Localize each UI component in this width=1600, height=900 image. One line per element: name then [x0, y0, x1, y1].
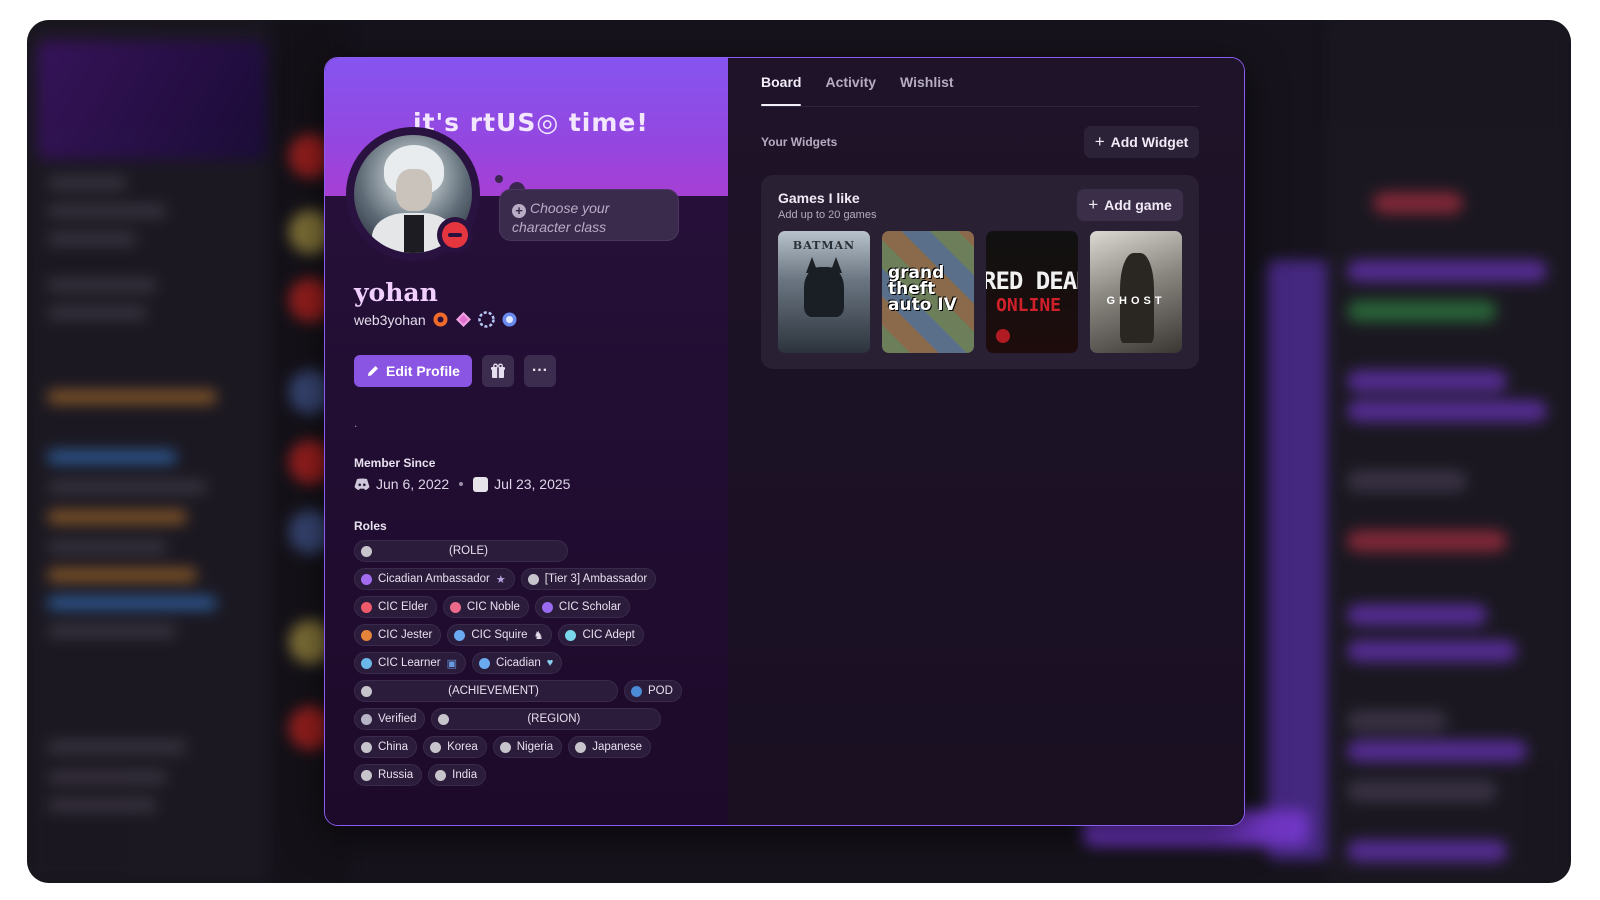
plus-circle-icon: + [512, 204, 526, 218]
heart-icon: ♥ [546, 657, 554, 669]
game-cover-gta-iv[interactable]: grand theft auto IV [882, 231, 974, 353]
role-chip[interactable]: Japanese [568, 736, 652, 758]
role-chip[interactable]: Cicadian ♥ [472, 652, 563, 674]
role-chip[interactable]: China [354, 736, 418, 758]
your-widgets-label: Your Widgets [761, 135, 838, 149]
role-chip[interactable]: (ACHIEVEMENT) [354, 680, 618, 702]
plus-icon: + [1088, 195, 1099, 214]
roles-label: Roles [354, 519, 387, 533]
character-class-bubble[interactable]: + Choose your character class [499, 189, 679, 241]
star-icon: ★ [495, 573, 506, 586]
tab-wishlist[interactable]: Wishlist [900, 74, 954, 106]
pencil-icon [368, 366, 378, 376]
plus-icon: + [1094, 132, 1105, 151]
add-game-button[interactable]: + Add game [1077, 189, 1183, 221]
board-panel: Board Activity Wishlist Your Widgets + A… [728, 58, 1244, 825]
profile-panel: it's rtUS◎ time! + Choose your character … [325, 58, 728, 825]
game-cover-text: BATMAN [792, 239, 856, 252]
game-cover-text: ONLINE [996, 295, 1062, 316]
role-chip[interactable]: Korea [423, 736, 487, 758]
tab-activity[interactable]: Activity [825, 74, 876, 106]
add-widget-label: Add Widget [1110, 134, 1189, 150]
role-chip[interactable]: (REGION) [431, 708, 662, 730]
role-chip[interactable]: Verified [354, 708, 426, 730]
member-since-row: Jun 6, 2022 Jul 23, 2025 [354, 476, 570, 492]
role-chip[interactable]: Russia [354, 764, 423, 786]
role-chip[interactable]: CIC Scholar [534, 596, 630, 618]
game-cover-text: RED DEAD [986, 267, 1078, 295]
rockstar-logo-icon [996, 329, 1010, 343]
gift-icon [490, 363, 505, 378]
more-options-button[interactable]: ··· [523, 355, 556, 387]
role-chip[interactable]: CIC Squire ♞ [447, 624, 553, 646]
role-chip[interactable]: CIC Elder [354, 596, 437, 618]
server-member-date: Jul 23, 2025 [494, 476, 571, 492]
game-cover-batman[interactable]: BATMAN [778, 231, 870, 353]
role-chip[interactable]: CIC Noble [442, 596, 529, 618]
quest-badge-icon[interactable] [432, 311, 449, 328]
chess-knight-icon: ♞ [533, 629, 544, 642]
role-chip[interactable]: CIC Adept [558, 624, 644, 646]
boost-badge-icon[interactable] [477, 311, 495, 328]
role-chip[interactable]: [Tier 3] Ambassador [520, 568, 657, 590]
role-chip[interactable]: CIC Learner ▣ [354, 652, 467, 674]
profile-actions: Edit Profile ··· [354, 355, 556, 387]
game-cover-text: grand theft auto IV [888, 263, 957, 315]
roles-list: (ROLE) Cicadian Ambassador ★ [Tier 3] Amb… [354, 540, 704, 786]
hypesquad-badge-icon[interactable] [501, 311, 518, 328]
book-icon: ▣ [446, 657, 458, 670]
role-chip[interactable]: Nigeria [492, 736, 563, 758]
edit-profile-label: Edit Profile [386, 363, 460, 379]
bio-text: . [354, 416, 358, 430]
banner-text: it's rtUS◎ time! [413, 108, 649, 137]
profile-tabs: Board Activity Wishlist [761, 74, 954, 106]
character-class-placeholder: Choose your character class [512, 200, 610, 235]
nitro-gem-badge-icon[interactable] [455, 311, 472, 328]
add-widget-button[interactable]: + Add Widget [1084, 126, 1199, 158]
games-widget: Games I like Add up to 20 games + Add ga… [761, 175, 1199, 369]
add-game-label: Add game [1104, 197, 1172, 213]
profile-modal: it's rtUS◎ time! + Choose your character … [324, 57, 1245, 826]
role-chip[interactable]: (ROLE) [354, 540, 568, 562]
dnd-status-icon [437, 217, 473, 253]
server-icon [473, 476, 489, 492]
role-chip[interactable]: CIC Jester [354, 624, 442, 646]
discord-member-date: Jun 6, 2022 [376, 476, 450, 492]
username: web3yohan [354, 311, 426, 328]
game-cover-ghost-of-tsushima[interactable]: GHOST [1090, 231, 1182, 353]
role-chip[interactable]: Cicadian Ambassador ★ [354, 568, 515, 590]
games-widget-title: Games I like [778, 190, 860, 206]
game-cover-red-dead-online[interactable]: RED DEAD ONLINE [986, 231, 1078, 353]
display-name: yohan [354, 278, 438, 307]
role-chip[interactable]: India [428, 764, 487, 786]
discord-logo-icon [354, 478, 370, 490]
username-row: web3yohan [354, 311, 518, 328]
game-cover-text: GHOST [1106, 295, 1166, 307]
role-chip[interactable]: POD [624, 680, 682, 702]
gift-button[interactable] [481, 355, 514, 387]
edit-profile-button[interactable]: Edit Profile [354, 355, 472, 387]
tab-board[interactable]: Board [761, 74, 802, 106]
games-widget-subtitle: Add up to 20 games [778, 209, 877, 221]
member-since-label: Member Since [354, 456, 436, 470]
